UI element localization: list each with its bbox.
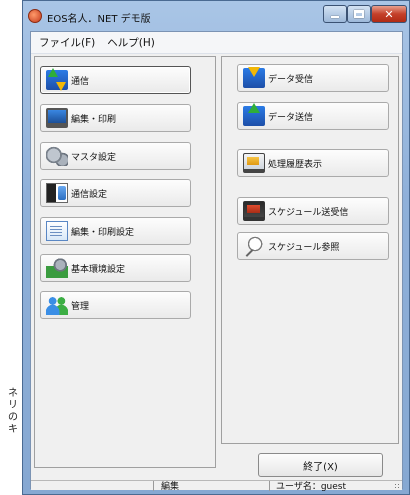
schedule-send-receive-button[interactable]: スケジュール送受信	[237, 197, 389, 225]
management-button[interactable]: 管理	[40, 291, 191, 319]
button-label: 通信設定	[71, 189, 108, 200]
monitor-icon	[46, 108, 68, 128]
background-side-text: ネ リ の キ	[0, 388, 22, 436]
button-label: データ受信	[268, 74, 314, 85]
app-window: EOS名人．NET デモ版 ✕ ファイル(F) ヘルプ(H) 通信 編集・印刷 …	[22, 0, 410, 495]
status-bar: 編集 ユーザ名：guest	[31, 480, 402, 492]
side-char: キ	[8, 424, 18, 435]
server-icon	[46, 183, 68, 203]
button-label: 基本環境設定	[71, 264, 126, 275]
status-mode: 編集	[161, 482, 180, 492]
menu-file[interactable]: ファイル(F)	[33, 35, 101, 50]
users-icon	[46, 295, 68, 315]
button-label: マスタ設定	[71, 152, 117, 163]
maximize-button[interactable]	[347, 5, 371, 23]
main-menu-panel: 通信 編集・印刷 マスタ設定 通信設定 編集・印刷設定 基本環境設定 管理	[34, 56, 216, 468]
receive-icon	[243, 67, 265, 88]
minimize-button[interactable]	[323, 5, 347, 23]
data-receive-button[interactable]: データ受信	[237, 64, 389, 92]
minimize-icon	[331, 16, 339, 18]
environment-icon	[46, 258, 68, 278]
master-settings-button[interactable]: マスタ設定	[40, 142, 191, 170]
edit-print-settings-button[interactable]: 編集・印刷設定	[40, 217, 191, 245]
status-divider	[153, 481, 154, 491]
menu-bar: ファイル(F) ヘルプ(H)	[31, 32, 402, 54]
document-icon	[46, 221, 68, 241]
gears-icon	[46, 146, 68, 166]
close-icon: ✕	[384, 7, 394, 21]
history-display-button[interactable]: 処理履歴表示	[237, 149, 389, 177]
button-label: 管理	[71, 301, 90, 312]
button-label: データ送信	[268, 112, 314, 123]
side-char: リ	[8, 400, 18, 411]
app-logo-icon	[28, 9, 42, 23]
resize-grip-icon[interactable]	[394, 483, 400, 489]
side-char: の	[8, 412, 18, 423]
send-icon	[243, 103, 265, 126]
maximize-icon	[354, 10, 364, 18]
status-divider	[269, 481, 270, 491]
button-label: スケジュール参照	[268, 242, 340, 253]
submenu-panel: データ受信 データ送信 処理履歴表示 スケジュール送受信 スケジュール参照	[221, 56, 399, 444]
client-area: ファイル(F) ヘルプ(H) 通信 編集・印刷 マスタ設定 通信設定 編集・印刷…	[30, 31, 403, 492]
status-user: ユーザ名：guest	[276, 482, 346, 492]
communication-settings-button[interactable]: 通信設定	[40, 179, 191, 207]
magnifier-icon	[243, 236, 265, 256]
edit-print-button[interactable]: 編集・印刷	[40, 104, 191, 132]
transfer-icon	[46, 68, 68, 91]
basic-environment-settings-button[interactable]: 基本環境設定	[40, 254, 191, 282]
button-label: 通信	[71, 76, 90, 87]
button-label: 編集・印刷	[71, 114, 117, 125]
schedule-icon	[243, 201, 265, 221]
close-button[interactable]: ✕	[371, 5, 407, 23]
title-bar[interactable]: EOS名人．NET デモ版 ✕	[23, 1, 409, 31]
exit-button[interactable]: 終了(X)	[258, 453, 383, 477]
side-char: ネ	[8, 388, 18, 399]
communication-button[interactable]: 通信	[40, 66, 191, 94]
button-label: スケジュール送受信	[268, 207, 349, 218]
data-send-button[interactable]: データ送信	[237, 102, 389, 130]
menu-help[interactable]: ヘルプ(H)	[101, 35, 161, 50]
window-title: EOS名人．NET デモ版	[47, 14, 151, 25]
button-label: 処理履歴表示	[268, 159, 323, 170]
history-icon	[243, 153, 265, 173]
schedule-reference-button[interactable]: スケジュール参照	[237, 232, 389, 260]
button-label: 編集・印刷設定	[71, 227, 135, 238]
